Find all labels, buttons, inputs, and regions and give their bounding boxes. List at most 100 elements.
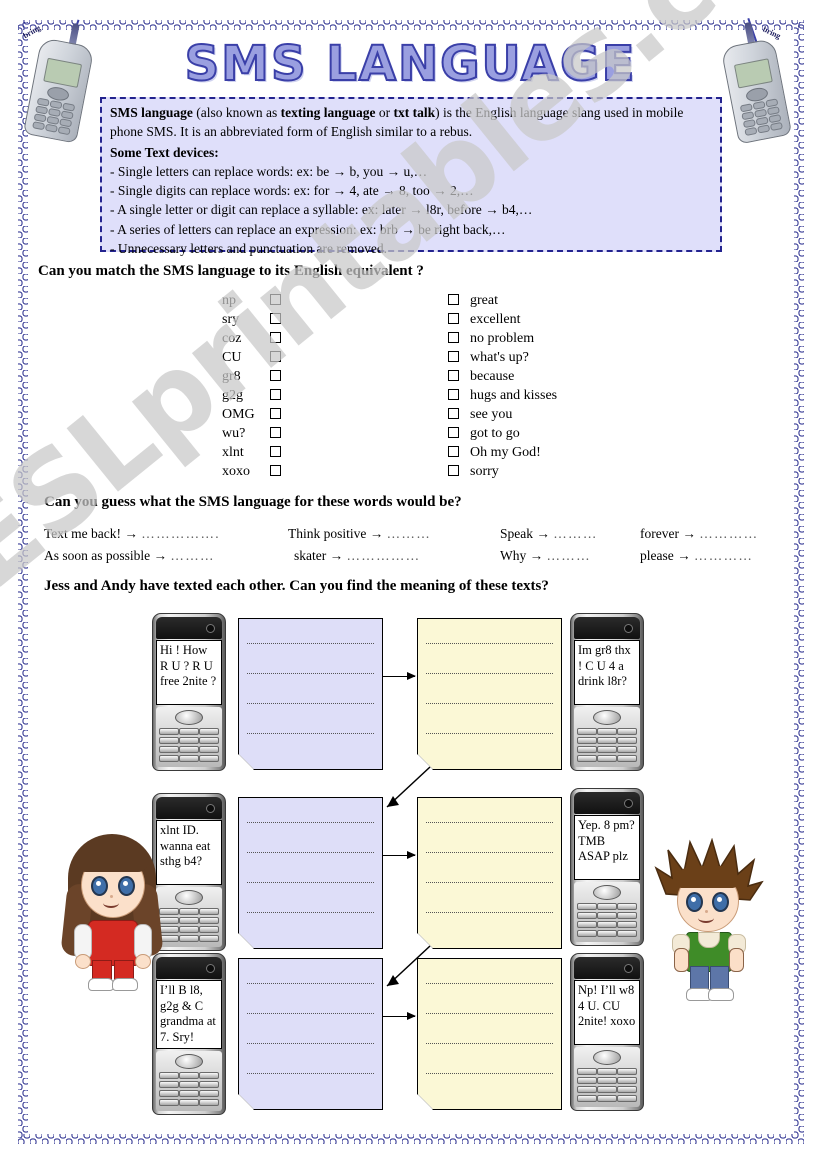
note-fold-corner (238, 1094, 254, 1110)
phone-navpad[interactable] (175, 1054, 203, 1069)
match-checkbox[interactable] (448, 446, 459, 458)
arrow-right-1 (383, 672, 416, 680)
match-checkbox[interactable] (448, 294, 459, 306)
answer-note-blue-1[interactable] (238, 618, 383, 770)
page-border-right (794, 22, 804, 1138)
guess-prompt: Text me back! → (44, 526, 138, 541)
phone-screen-text: Hi ! How R U ? R U free 2nite ? (156, 640, 222, 705)
guess-blank[interactable]: ………… (699, 526, 758, 541)
matching-row: wu? (222, 424, 281, 443)
girl-eye-right (118, 876, 135, 896)
note-fold-corner (417, 1094, 433, 1110)
worksheet-page: ESLprintables.com bring bring SMS LANGUA… (0, 0, 821, 1169)
camera-lens-icon (206, 964, 215, 973)
guess-row: Why → ……… (500, 545, 598, 567)
phone-shell: Np! I’ll w8 4 U. CU 2nite! xoxo (570, 953, 644, 1111)
match-checkbox[interactable] (270, 351, 281, 363)
phone-navpad[interactable] (593, 1050, 621, 1065)
guess-blank[interactable]: ………… (694, 548, 753, 563)
match-checkbox[interactable] (448, 408, 459, 420)
phone-shell: Hi ! How R U ? R U free 2nite ? (152, 613, 226, 771)
phone-navpad[interactable] (175, 710, 203, 725)
matching-row: great (448, 291, 557, 310)
sms-term: g2g (222, 388, 243, 403)
boy-mouth (698, 913, 714, 923)
match-checkbox[interactable] (448, 389, 459, 401)
match-checkbox[interactable] (270, 465, 281, 477)
phone-keypad (156, 707, 222, 767)
sms-term: CU (222, 350, 242, 365)
english-term: because (470, 369, 515, 384)
girl-hand-left (75, 954, 91, 969)
guess-blank[interactable]: ……… (553, 526, 597, 541)
match-checkbox[interactable] (270, 370, 281, 382)
match-checkbox[interactable] (448, 370, 459, 382)
writing-lines (247, 619, 374, 769)
phone-navpad[interactable] (593, 710, 621, 725)
guess-blank[interactable]: ……………. (141, 526, 220, 541)
answer-note-yellow-3[interactable] (417, 958, 562, 1110)
intro-term-txt-talk: txt talk (393, 105, 436, 120)
match-checkbox[interactable] (270, 389, 281, 401)
boy-shoe-right (708, 988, 734, 1001)
arrow-right-3 (383, 1012, 416, 1020)
match-checkbox[interactable] (270, 332, 281, 344)
guess-blank[interactable]: ……… (547, 548, 591, 563)
camera-lens-icon (206, 804, 215, 813)
answer-note-yellow-2[interactable] (417, 797, 562, 949)
sms-term: gr8 (222, 369, 241, 384)
answer-note-blue-3[interactable] (238, 958, 383, 1110)
matching-row: got to go (448, 424, 557, 443)
phone-andy-message-2: Yep. 8 pm? TMB ASAP plz (570, 788, 644, 946)
guess-blank[interactable]: ……… (387, 526, 431, 541)
english-term: Oh my God! (470, 445, 541, 460)
phone-andy-message-1: Im gr8 thx ! C U 4 a drink l8r? (570, 613, 644, 771)
guess-blank[interactable]: ……… (170, 548, 214, 563)
match-checkbox[interactable] (270, 408, 281, 420)
girl-fringe (76, 842, 148, 872)
match-checkbox[interactable] (270, 313, 281, 325)
english-term: see you (470, 407, 513, 422)
guess-row: please → ………… (640, 545, 758, 567)
match-checkbox[interactable] (448, 465, 459, 477)
matching-row: g2g (222, 386, 281, 405)
intro-box: SMS language (also known as texting lang… (100, 97, 722, 256)
guess-column-1: Text me back! → ……………. As soon as possib… (44, 523, 220, 567)
sms-term: sry (222, 312, 240, 327)
matching-row: excellent (448, 310, 557, 329)
match-checkbox[interactable] (448, 332, 459, 344)
match-checkbox[interactable] (270, 427, 281, 439)
match-checkbox[interactable] (270, 294, 281, 306)
device-rule: - Single digits can replace words: ex: f… (110, 183, 474, 199)
phone-screen-text: I’ll B l8, g2g & C grandma at 7. Sry! (156, 980, 222, 1049)
boy-arm-right (729, 948, 744, 972)
character-girl-jess (58, 828, 168, 991)
sms-term: coz (222, 331, 242, 346)
match-checkbox[interactable] (270, 446, 281, 458)
matching-row: see you (448, 405, 557, 424)
sms-term: np (222, 293, 236, 308)
device-rule: - Single letters can replace words: ex: … (110, 163, 428, 179)
guess-prompt: forever → (640, 526, 696, 541)
boy-fringe (676, 866, 738, 888)
answer-note-blue-2[interactable] (238, 797, 383, 949)
matching-row: xoxo (222, 462, 281, 481)
match-checkbox[interactable] (448, 351, 459, 363)
arrow-diagonal-1 (386, 766, 431, 808)
match-checkbox[interactable] (448, 313, 459, 325)
guess-row: Think positive → ……… (288, 523, 431, 545)
phone-screen-text: Im gr8 thx ! C U 4 a drink l8r? (574, 640, 640, 705)
note-fold-corner (238, 933, 254, 949)
guess-blank[interactable]: …………… (346, 548, 420, 563)
phone-screen-text: Yep. 8 pm? TMB ASAP plz (574, 815, 640, 880)
matching-row: OMG (222, 405, 281, 424)
answer-note-yellow-1[interactable] (417, 618, 562, 770)
phone-navpad[interactable] (593, 885, 621, 900)
exercise3-heading: Jess and Andy have texted each other. Ca… (44, 578, 549, 594)
writing-lines (426, 959, 553, 1109)
match-checkbox[interactable] (448, 427, 459, 439)
phone-navpad[interactable] (175, 890, 203, 905)
english-term: sorry (470, 464, 499, 479)
matching-row: np (222, 291, 281, 310)
page-border-left (18, 22, 28, 1138)
